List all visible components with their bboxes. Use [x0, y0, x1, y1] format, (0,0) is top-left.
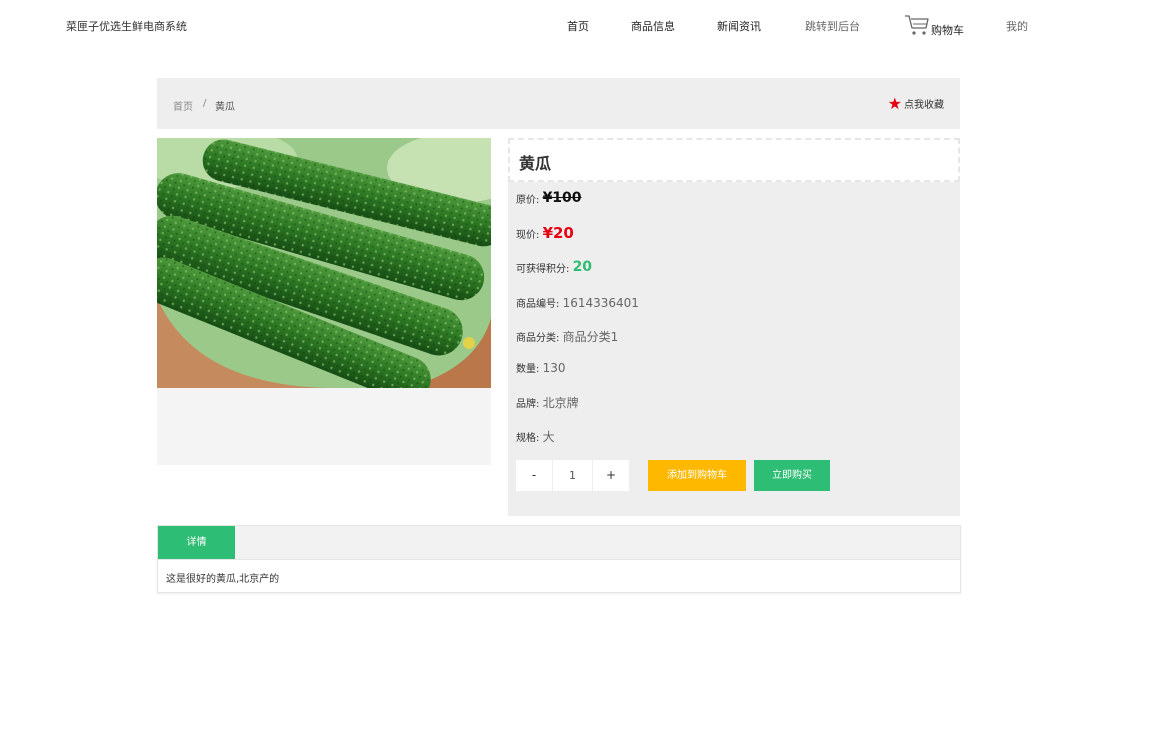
product-code: 1614336401	[562, 295, 639, 310]
detail-content: 这是很好的黄瓜,北京产的	[166, 574, 280, 585]
quantity-label: 数量:	[516, 364, 540, 375]
shopping-cart-icon[interactable]	[904, 13, 930, 37]
original-price-label: 原价:	[516, 194, 540, 206]
original-price: ¥100	[542, 190, 582, 206]
quantity-row: 数量: 130	[516, 360, 566, 376]
quantity-input[interactable]: 1	[552, 460, 593, 491]
code-row: 商品编号: 1614336401	[516, 295, 639, 311]
favorite-label: 点我收藏	[904, 100, 944, 111]
brand-label: 品牌:	[516, 399, 540, 410]
product-quantity: 130	[542, 360, 566, 375]
tab-detail[interactable]: 详情	[158, 526, 235, 559]
decrease-button[interactable]: -	[516, 460, 552, 491]
increase-button[interactable]: +	[593, 460, 629, 491]
detail-tabs: 详情 这是很好的黄瓜,北京产的	[157, 525, 961, 593]
nav-admin[interactable]: 跳转到后台	[805, 18, 860, 34]
points-label: 可获得积分:	[516, 263, 570, 275]
spec-row: 规格: 大	[516, 428, 555, 445]
spec-label: 规格:	[516, 433, 540, 444]
breadcrumb-separator: /	[203, 98, 207, 109]
product-info-panel: 黄瓜 原价: ¥100 现价: ¥20 可获得积分: 20 商品编号: 1614…	[508, 138, 960, 516]
star-icon: ★	[887, 93, 902, 113]
product-image-panel	[157, 138, 491, 465]
code-label: 商品编号:	[516, 299, 560, 310]
product-name: 黄瓜	[519, 154, 552, 173]
breadcrumb-current: 黄瓜	[215, 102, 235, 113]
product-title-box: 黄瓜	[508, 138, 960, 182]
product-image	[157, 138, 491, 388]
nav-cart[interactable]: 购物车	[931, 22, 964, 38]
quantity-stepper: - 1 +	[516, 460, 629, 491]
original-price-row: 原价: ¥100	[516, 190, 582, 206]
add-to-cart-button[interactable]: 添加到购物车	[648, 460, 746, 491]
current-price-label: 现价:	[516, 229, 540, 241]
product-spec: 大	[542, 430, 555, 444]
breadcrumb: 首页 / 黄瓜 ★ 点我收藏	[157, 78, 960, 129]
nav-goods[interactable]: 商品信息	[631, 18, 675, 34]
current-price: ¥20	[542, 224, 574, 242]
product-category: 商品分类1	[562, 330, 619, 344]
nav-mine[interactable]: 我的	[1006, 18, 1028, 34]
breadcrumb-home[interactable]: 首页	[173, 98, 193, 113]
favorite-button[interactable]: ★ 点我收藏	[887, 93, 944, 113]
category-label: 商品分类:	[516, 333, 560, 344]
current-price-row: 现价: ¥20	[516, 224, 574, 242]
brand-row: 品牌: 北京牌	[516, 394, 579, 411]
top-navbar: 菜匣子优选生鲜电商系统 首页 商品信息 新闻资讯 跳转到后台 购物车 我的	[0, 0, 1175, 52]
tab-header: 详情	[158, 526, 960, 560]
buy-now-button[interactable]: 立即购买	[754, 460, 830, 491]
nav-home[interactable]: 首页	[567, 18, 589, 34]
product-brand: 北京牌	[542, 396, 579, 410]
points-value: 20	[572, 259, 593, 275]
site-title[interactable]: 菜匣子优选生鲜电商系统	[66, 18, 187, 34]
category-row: 商品分类: 商品分类1	[516, 328, 618, 345]
points-row: 可获得积分: 20	[516, 259, 592, 275]
nav-news[interactable]: 新闻资讯	[717, 18, 761, 34]
